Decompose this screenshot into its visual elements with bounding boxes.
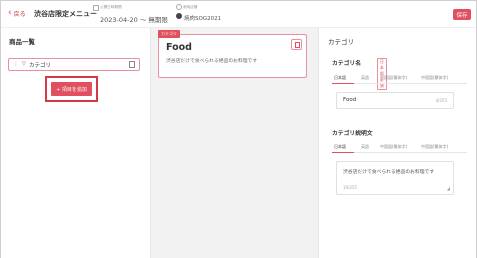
editor-heading: カテゴリ — [328, 38, 354, 46]
category-name-title: カテゴリ名 日本語必須 — [332, 58, 387, 90]
description-language-tabs: 日本語 英語 中国語(簡体字) 中国語(繁体字) — [332, 142, 467, 153]
preview-panel: カテゴリ Food 渋谷店だけで食べられる絶品のお料理です — [151, 28, 319, 258]
category-preview-card[interactable]: カテゴリ Food 渋谷店だけで食べられる絶品のお料理です — [158, 30, 307, 78]
category-name-value: Food — [343, 97, 357, 103]
app-frame: ‹ 戻る 渋谷店限定メニュー 公開日時期間 2023-04-20 〜 無期限 適… — [0, 0, 477, 258]
category-name-input[interactable]: Food 4/255 — [336, 92, 454, 109]
category-editor-panel: カテゴリ カテゴリ名 日本語必須 日本語 英語 中国語(簡体字) 中国語(繁体字… — [319, 28, 476, 258]
calendar-icon — [93, 5, 99, 11]
tab-desc-english[interactable]: 英語 — [361, 144, 369, 150]
item-list-heading: 商品一覧 — [9, 38, 35, 46]
category-title: Food — [166, 42, 192, 53]
save-button[interactable]: 保存 — [453, 9, 471, 20]
category-description: 渋谷店だけで食べられる絶品のお料理です — [166, 59, 258, 64]
resize-handle-icon[interactable]: ◢ — [447, 186, 450, 191]
back-label: 戻る — [13, 11, 26, 18]
tab-name-english[interactable]: 英語 — [361, 75, 369, 81]
category-description-value: 渋谷店だけで食べられる絶品のお料理です — [343, 170, 435, 175]
tab-desc-chinese-traditional[interactable]: 中国語(繁体字) — [421, 144, 448, 150]
period-value: 2023-04-20 〜 無期限 — [100, 16, 168, 24]
item-list-panel: 商品一覧 ⋮ ▽ カテゴリ + 項目を追加 — [1, 28, 151, 258]
period-caption: 公開日時期間 — [100, 5, 122, 9]
category-description-counter: 19/255 — [343, 185, 358, 190]
page-title: 渋谷店限定メニュー — [34, 10, 97, 18]
add-item-highlight: + 項目を追加 — [45, 76, 98, 102]
gear-icon — [176, 4, 182, 10]
category-name-counter: 4/255 — [435, 98, 447, 103]
active-tab-indicator — [332, 152, 354, 153]
add-item-button[interactable]: + 項目を追加 — [51, 82, 92, 96]
category-description-textarea[interactable]: 渋谷店だけで食べられる絶品のお料理です 19/255 ◢ — [336, 161, 454, 195]
tab-desc-chinese-simplified[interactable]: 中国語(簡体字) — [380, 144, 407, 150]
tab-name-japanese[interactable]: 日本語 — [334, 75, 346, 81]
back-button[interactable]: ‹ 戻る — [8, 8, 26, 19]
delete-card-icon[interactable] — [291, 39, 302, 50]
tab-name-chinese-simplified[interactable]: 中国語(簡体字) — [380, 75, 407, 81]
top-header: ‹ 戻る 渋谷店限定メニュー 公開日時期間 2023-04-20 〜 無期限 適… — [1, 1, 476, 28]
store-icon — [176, 13, 182, 19]
trash-icon[interactable] — [129, 61, 135, 68]
category-list-item[interactable]: ⋮ ▽ カテゴリ — [8, 58, 140, 71]
category-item-label: カテゴリ — [29, 63, 52, 69]
tab-name-chinese-traditional[interactable]: 中国語(繁体字) — [421, 75, 448, 81]
chevron-down-icon[interactable]: ▽ — [22, 61, 26, 67]
store-value: 焼肉SOG2021 — [184, 16, 222, 22]
tab-desc-japanese[interactable]: 日本語 — [334, 144, 346, 150]
category-tag: カテゴリ — [158, 30, 180, 38]
name-language-tabs: 日本語 英語 中国語(簡体字) 中国語(繁体字) — [332, 73, 467, 84]
store-caption: 適用店舗 — [183, 5, 198, 9]
chevron-left-icon: ‹ — [8, 8, 12, 18]
active-tab-indicator — [332, 83, 354, 84]
drag-handle-icon[interactable]: ⋮ — [13, 61, 19, 68]
category-description-title: カテゴリ説明文 — [332, 131, 373, 137]
